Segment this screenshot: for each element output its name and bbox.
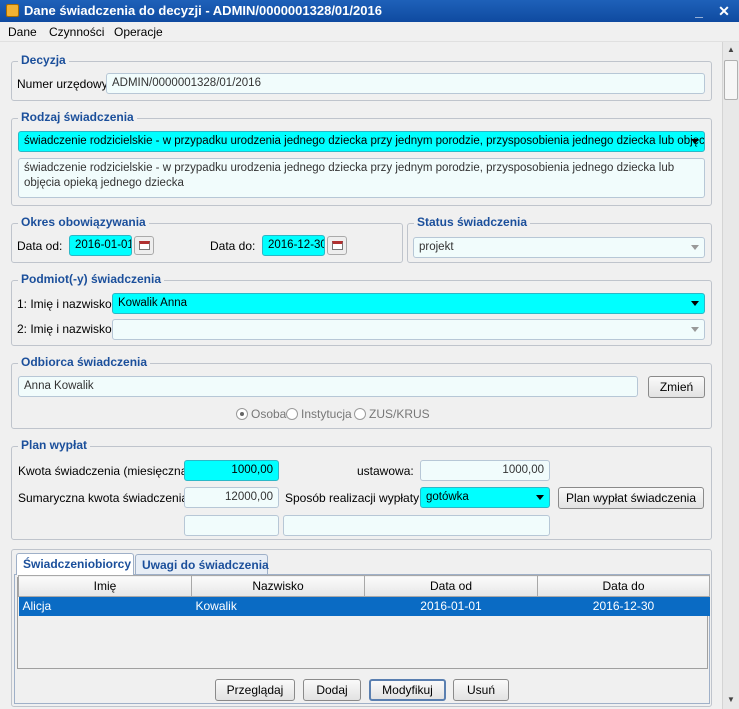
status-select[interactable]: projekt: [413, 237, 705, 258]
menu-dane[interactable]: Dane: [8, 25, 37, 39]
rodzaj-selected-value: świadczenie rodzicielskie - w przypadku …: [24, 135, 705, 147]
window-title: Dane świadczenia do decyzji - ADMIN/0000…: [24, 3, 382, 18]
menu-bar: Dane Czynności Operacje: [0, 22, 739, 42]
tab-uwagi[interactable]: Uwagi do świadczenia: [135, 554, 269, 575]
calendar-icon: [139, 241, 150, 250]
rodzaj-select[interactable]: świadczenie rodzicielskie - w przypadku …: [18, 131, 705, 152]
rodzaj-description[interactable]: świadczenie rodzicielskie - w przypadku …: [18, 158, 705, 198]
decyzja-group: Decyzja Numer urzędowy: ADMIN/0000001328…: [11, 53, 712, 101]
rodzaj-group: Rodzaj świadczenia świadczenie rodziciel…: [11, 110, 712, 206]
podmiot-2-select[interactable]: [112, 319, 705, 340]
chevron-down-icon: [691, 245, 699, 250]
table-header: Imię Nazwisko Data od Data do: [18, 575, 710, 597]
suma-field[interactable]: 12000,00: [184, 487, 279, 508]
suma-label: Sumaryczna kwota świadczenia:: [18, 491, 192, 505]
tab-panel: Imię Nazwisko Data od Data do Alicja Kow…: [14, 574, 710, 704]
col-data-do[interactable]: Data do: [537, 575, 710, 597]
odbiorca-title: Odbiorca świadczenia: [18, 355, 151, 369]
podmiot-1-label: 1: Imię i nazwisko:: [17, 297, 116, 311]
plan-group: Plan wypłat Kwota świadczenia (miesięczn…: [11, 438, 712, 540]
podmiot-2-label: 2: Imię i nazwisko:: [17, 322, 116, 336]
status-group: Status świadczenia projekt: [407, 215, 712, 263]
okres-group: Okres obowiązywania Data od: 2016-01-01 …: [11, 215, 403, 263]
kwota-label: Kwota świadczenia (miesięczna):: [18, 464, 195, 478]
data-od-field[interactable]: 2016-01-01: [69, 235, 132, 256]
numer-urzedowy-label: Numer urzędowy:: [17, 77, 112, 91]
kwota-field[interactable]: 1000,00: [184, 460, 279, 481]
sposob-select[interactable]: gotówka: [420, 487, 550, 508]
cell-imie: Alicja: [18, 596, 192, 616]
status-value: projekt: [419, 241, 454, 253]
data-do-label: Data do:: [210, 239, 256, 253]
zmien-button[interactable]: Zmień: [648, 376, 705, 398]
menu-operacje[interactable]: Operacje: [114, 25, 163, 39]
plan-title: Plan wypłat: [18, 438, 91, 452]
ustawowa-field[interactable]: 1000,00: [420, 460, 550, 481]
podmiot-group: Podmiot(-y) świadczenia 1: Imię i nazwis…: [11, 272, 712, 346]
ustawowa-label: ustawowa:: [357, 464, 414, 478]
menu-czynnosci[interactable]: Czynności: [49, 25, 104, 39]
plan-wyplat-button[interactable]: Plan wypłat świadczenia: [558, 487, 704, 509]
close-button[interactable]: ✕: [715, 2, 733, 20]
podmiot-1-select[interactable]: Kowalik Anna: [112, 293, 705, 314]
extra-field-2[interactable]: [283, 515, 550, 536]
podmiot-title: Podmiot(-y) świadczenia: [18, 272, 165, 286]
calendar-do-button[interactable]: [327, 236, 347, 255]
przegladaj-button[interactable]: Przeglądaj: [215, 679, 295, 701]
chevron-down-icon: [691, 139, 699, 144]
scroll-thumb[interactable]: [724, 60, 738, 100]
extra-field-1[interactable]: [184, 515, 279, 536]
rodzaj-title: Rodzaj świadczenia: [18, 110, 137, 124]
cell-nazwisko: Kowalik: [191, 596, 365, 616]
beneficiaries-table: Imię Nazwisko Data od Data do Alicja Kow…: [18, 575, 710, 616]
radio-zus-krus[interactable]: [354, 408, 366, 420]
data-od-label: Data od:: [17, 239, 63, 253]
chevron-down-icon: [536, 495, 544, 500]
calendar-od-button[interactable]: [134, 236, 154, 255]
calendar-icon: [332, 241, 343, 250]
cell-data-do: 2016-12-30: [537, 596, 710, 616]
col-data-od[interactable]: Data od: [364, 575, 538, 597]
radio-osoba[interactable]: [236, 408, 248, 420]
dodaj-button[interactable]: Dodaj: [303, 679, 361, 701]
vertical-scrollbar[interactable]: ▲ ▼: [722, 42, 739, 709]
chevron-down-icon: [691, 327, 699, 332]
radio-osoba-label: Osoba: [251, 407, 287, 421]
col-imie[interactable]: Imię: [18, 575, 192, 597]
app-icon: [6, 4, 19, 17]
podmiot-1-value: Kowalik Anna: [118, 297, 188, 309]
minimize-button[interactable]: _: [690, 2, 708, 20]
numer-urzedowy-field[interactable]: ADMIN/0000001328/01/2016: [106, 73, 705, 94]
title-bar: Dane świadczenia do decyzji - ADMIN/0000…: [0, 0, 739, 22]
radio-instytucja[interactable]: [286, 408, 298, 420]
modyfikuj-button[interactable]: Modyfikuj: [369, 679, 446, 701]
sposob-label: Sposób realizacji wypłaty:: [285, 491, 423, 505]
radio-zus-krus-label: ZUS/KRUS: [369, 407, 430, 421]
okres-title: Okres obowiązywania: [18, 215, 149, 229]
decyzja-title: Decyzja: [18, 53, 69, 67]
col-nazwisko[interactable]: Nazwisko: [191, 575, 365, 597]
form-content: Decyzja Numer urzędowy: ADMIN/0000001328…: [0, 42, 722, 709]
scroll-down-icon[interactable]: ▼: [723, 692, 739, 708]
odbiorca-group: Odbiorca świadczenia Anna Kowalik Zmień …: [11, 355, 712, 429]
data-do-field[interactable]: 2016-12-30: [262, 235, 325, 256]
scroll-up-icon[interactable]: ▲: [723, 42, 739, 58]
usun-button[interactable]: Usuń: [453, 679, 509, 701]
radio-instytucja-label: Instytucja: [301, 407, 352, 421]
sposob-value: gotówka: [426, 491, 469, 503]
cell-data-od: 2016-01-01: [364, 596, 538, 616]
odbiorca-field[interactable]: Anna Kowalik: [18, 376, 638, 397]
table-row[interactable]: Alicja Kowalik 2016-01-01 2016-12-30: [18, 596, 710, 616]
tab-swiadczeniobiorcy[interactable]: Świadczeniobiorcy: [16, 553, 134, 575]
status-title: Status świadczenia: [414, 215, 531, 229]
chevron-down-icon: [691, 301, 699, 306]
